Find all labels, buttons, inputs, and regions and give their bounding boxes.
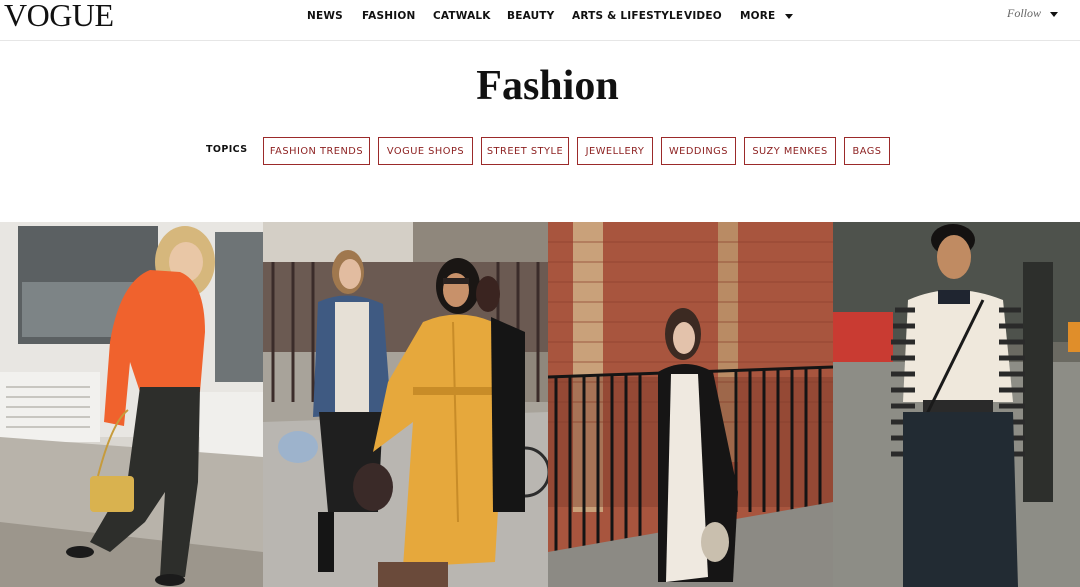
topic-jewellery[interactable]: JEWELLERY: [577, 137, 653, 165]
topic-vogue-shops[interactable]: VOGUE SHOPS: [378, 137, 473, 165]
gallery-photo-2[interactable]: [263, 222, 548, 587]
gallery-photo-3[interactable]: [548, 222, 833, 587]
photo-striped-sweater: [833, 222, 1080, 587]
photo-gallery: [0, 222, 1080, 587]
page-title: Fashion: [476, 63, 619, 109]
photo-orange-sweater: [0, 222, 263, 587]
nav-news[interactable]: NEWS: [307, 9, 343, 23]
topic-bags[interactable]: BAGS: [844, 137, 890, 165]
nav-arts-lifestyle[interactable]: ARTS & LIFESTYLE: [572, 9, 683, 23]
topics-label: TOPICS: [206, 144, 248, 155]
main-nav: NEWS FASHION CATWALK BEAUTY ARTS & LIFES…: [307, 9, 817, 23]
topic-suzy-menkes[interactable]: SUZY MENKES: [744, 137, 836, 165]
topics-list: FASHION TRENDS VOGUE SHOPS STREET STYLE …: [263, 137, 898, 165]
chevron-down-icon: [785, 14, 794, 19]
gallery-photo-1[interactable]: [0, 222, 263, 587]
nav-catwalk[interactable]: CATWALK: [433, 9, 490, 23]
site-header: VOGUE NEWS FASHION CATWALK BEAUTY ARTS &…: [0, 0, 1080, 41]
gallery-photo-4[interactable]: [833, 222, 1080, 587]
topic-weddings[interactable]: WEDDINGS: [661, 137, 736, 165]
chevron-down-icon: [1050, 11, 1059, 17]
nav-beauty[interactable]: BEAUTY: [507, 9, 554, 23]
nav-fashion[interactable]: FASHION: [362, 9, 415, 23]
follow-button[interactable]: Follow: [1007, 6, 1059, 21]
nav-more[interactable]: MORE: [740, 9, 794, 23]
photo-brick-wall: [548, 222, 833, 587]
follow-label: Follow: [1007, 6, 1042, 20]
photo-yellow-trench: [263, 222, 548, 587]
nav-video[interactable]: VIDEO: [684, 9, 722, 23]
topic-street-style[interactable]: STREET STYLE: [481, 137, 569, 165]
topic-fashion-trends[interactable]: FASHION TRENDS: [263, 137, 370, 165]
vogue-logo[interactable]: VOGUE: [4, 0, 114, 32]
nav-more-label: MORE: [740, 10, 776, 22]
